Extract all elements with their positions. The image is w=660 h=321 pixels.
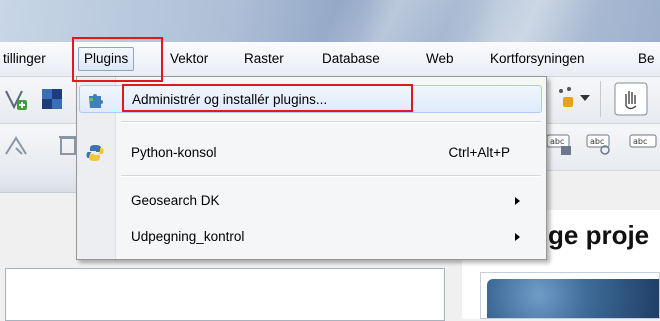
label-rotate-icon[interactable]: abc [585, 132, 615, 156]
menu-kortforsyningen[interactable]: Kortforsyningen [490, 50, 585, 68]
add-vector-layer-icon[interactable] [4, 87, 28, 111]
menu-plugins[interactable]: Plugins [78, 47, 135, 71]
svg-text:abc: abc [550, 137, 564, 146]
project-thumbnail[interactable] [480, 272, 660, 319]
menu-separator [121, 121, 541, 123]
add-point-icon[interactable] [555, 85, 579, 109]
menu-item-label: Administrér og installér plugins... [132, 92, 328, 107]
plugins-dropdown-menu: Administrér og installér plugins... Pyth… [76, 76, 547, 260]
menu-raster[interactable]: Raster [244, 50, 284, 68]
python-icon [86, 145, 104, 161]
menu-item-udpegning-kontrol[interactable]: Udpegning_kontrol [79, 223, 542, 251]
submenu-arrow-icon [515, 197, 520, 205]
shortcut-label: Ctrl+Alt+P [448, 145, 510, 160]
window-titlebar [0, 0, 660, 42]
menu-item-geosearch-dk[interactable]: Geosearch DK [79, 187, 542, 215]
menu-item-manage-plugins[interactable]: Administrér og installér plugins... [79, 85, 542, 113]
menu-web[interactable]: Web [426, 50, 454, 68]
menu-item-label: Udpegning_kontrol [131, 229, 245, 244]
menu-database[interactable]: Database [322, 50, 380, 68]
pan-hand-icon[interactable] [614, 82, 648, 116]
menu-bar: tillinger Plugins Vektor Raster Database… [0, 42, 660, 77]
add-raster-layer-icon[interactable] [40, 87, 64, 111]
layers-tree[interactable] [5, 268, 445, 321]
menu-item-label: Python-konsol [131, 145, 217, 160]
svg-text:abc: abc [590, 137, 604, 146]
label-tool-icon[interactable]: abc [545, 132, 575, 156]
svg-text:abc: abc [633, 137, 647, 146]
menu-item-python-console[interactable]: Python-konsol Ctrl+Alt+P [79, 139, 542, 167]
menu-vektor[interactable]: Vektor [170, 50, 208, 68]
edit-attributes-icon[interactable] [4, 134, 28, 158]
label-move-icon[interactable]: abc [628, 132, 658, 156]
chevron-down-icon[interactable] [580, 95, 590, 101]
page-heading: ge proje [548, 220, 650, 250]
menu-indstillinger[interactable]: tillinger [3, 50, 46, 68]
menu-truncated[interactable]: Be [638, 50, 655, 68]
puzzle-icon [89, 94, 103, 108]
menu-separator [121, 175, 541, 177]
submenu-arrow-icon [515, 233, 520, 241]
menu-item-label: Geosearch DK [131, 193, 220, 208]
